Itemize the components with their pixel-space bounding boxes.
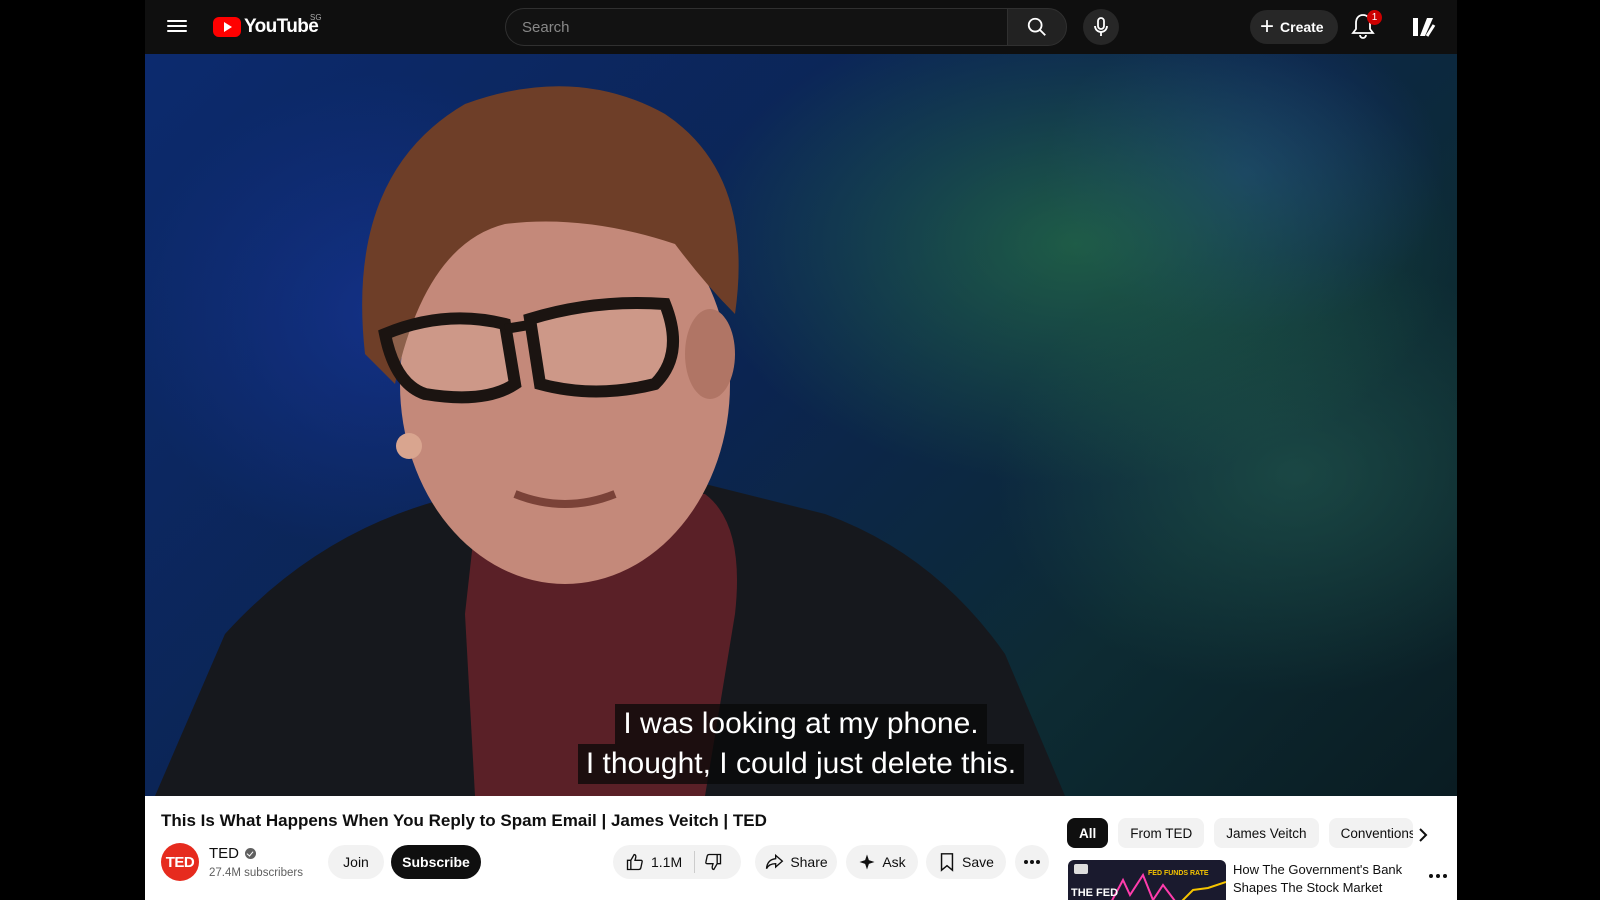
like-dislike-group: 1.1M — [613, 845, 741, 879]
thumbs-down-icon — [705, 853, 722, 871]
sparkle-icon — [859, 854, 875, 870]
like-count: 1.1M — [651, 854, 683, 870]
region-code: SG — [310, 13, 322, 22]
youtube-play-icon — [213, 17, 241, 37]
plus-icon: + — [1260, 13, 1275, 40]
share-button[interactable]: Share — [755, 845, 837, 879]
notification-badge: 1 — [1367, 10, 1382, 25]
recommendation-title[interactable]: How The Government's Bank Shapes The Sto… — [1233, 861, 1413, 897]
dislike-button[interactable] — [703, 852, 723, 872]
ask-button[interactable]: Ask — [846, 845, 918, 879]
speaker-figure — [155, 86, 1065, 796]
youtube-logo[interactable]: YouTube SG — [213, 13, 322, 38]
search-button[interactable] — [1007, 8, 1067, 46]
notifications-button[interactable]: 1 — [1350, 10, 1382, 42]
video-title: This Is What Happens When You Reply to S… — [161, 811, 767, 830]
video-player[interactable]: I was looking at my phone. I thought, I … — [145, 54, 1457, 796]
microphone-icon — [1094, 17, 1108, 36]
recommendation-menu-button[interactable] — [1428, 866, 1448, 886]
chip-conventions[interactable]: Conventions — [1328, 818, 1413, 848]
channel-name[interactable]: TED — [209, 845, 256, 862]
share-icon — [766, 853, 784, 869]
chip-james-veitch[interactable]: James Veitch — [1214, 818, 1319, 848]
create-label: Create — [1280, 19, 1324, 35]
account-avatar[interactable] — [1409, 13, 1437, 41]
join-button[interactable]: Join — [328, 845, 384, 879]
menu-icon[interactable] — [167, 17, 187, 37]
like-button[interactable]: 1.1M — [625, 852, 682, 872]
more-horizontal-icon — [1024, 860, 1040, 864]
bookmark-icon — [940, 853, 954, 872]
thumbnail-text: THE FED — [1071, 887, 1119, 899]
search-bar — [505, 8, 1067, 46]
voice-search-button[interactable] — [1083, 9, 1119, 45]
search-icon — [1027, 17, 1046, 36]
thumbs-up-icon — [626, 853, 643, 871]
chip-from-ted[interactable]: From TED — [1118, 818, 1205, 848]
channel-avatar[interactable]: TED — [161, 843, 199, 881]
recommendation-thumbnail[interactable]: FED FUNDS RATE THE FED — [1068, 860, 1226, 900]
save-button[interactable]: Save — [926, 845, 1006, 879]
channel-name-text: TED — [209, 845, 239, 862]
account-logo-icon — [1413, 18, 1436, 37]
youtube-window: YouTube SG + Create 1 — [145, 0, 1457, 900]
top-bar: YouTube SG + Create 1 — [145, 0, 1457, 54]
subscriber-count: 27.4M subscribers — [209, 867, 303, 879]
create-button[interactable]: + Create — [1250, 10, 1338, 44]
verified-icon — [245, 848, 256, 859]
caption-line: I thought, I could just delete this. — [577, 744, 1025, 784]
captions: I was looking at my phone. I thought, I … — [145, 704, 1457, 784]
more-actions-button[interactable] — [1015, 845, 1049, 879]
chevron-right-icon — [1419, 828, 1428, 842]
subscribe-button[interactable]: Subscribe — [391, 845, 481, 879]
chip-all[interactable]: All — [1067, 818, 1109, 848]
divider — [694, 851, 696, 873]
related-filter-chips: All From TED James Veitch Conventions — [1067, 818, 1423, 848]
chips-next-button[interactable] — [1413, 825, 1433, 845]
logo-text: YouTube — [244, 16, 319, 37]
more-horizontal-icon — [1429, 874, 1447, 878]
save-label: Save — [962, 854, 994, 870]
share-label: Share — [790, 854, 828, 870]
ask-label: Ask — [882, 854, 906, 870]
caption-line: I was looking at my phone. — [615, 704, 987, 744]
search-input[interactable] — [505, 8, 1007, 46]
